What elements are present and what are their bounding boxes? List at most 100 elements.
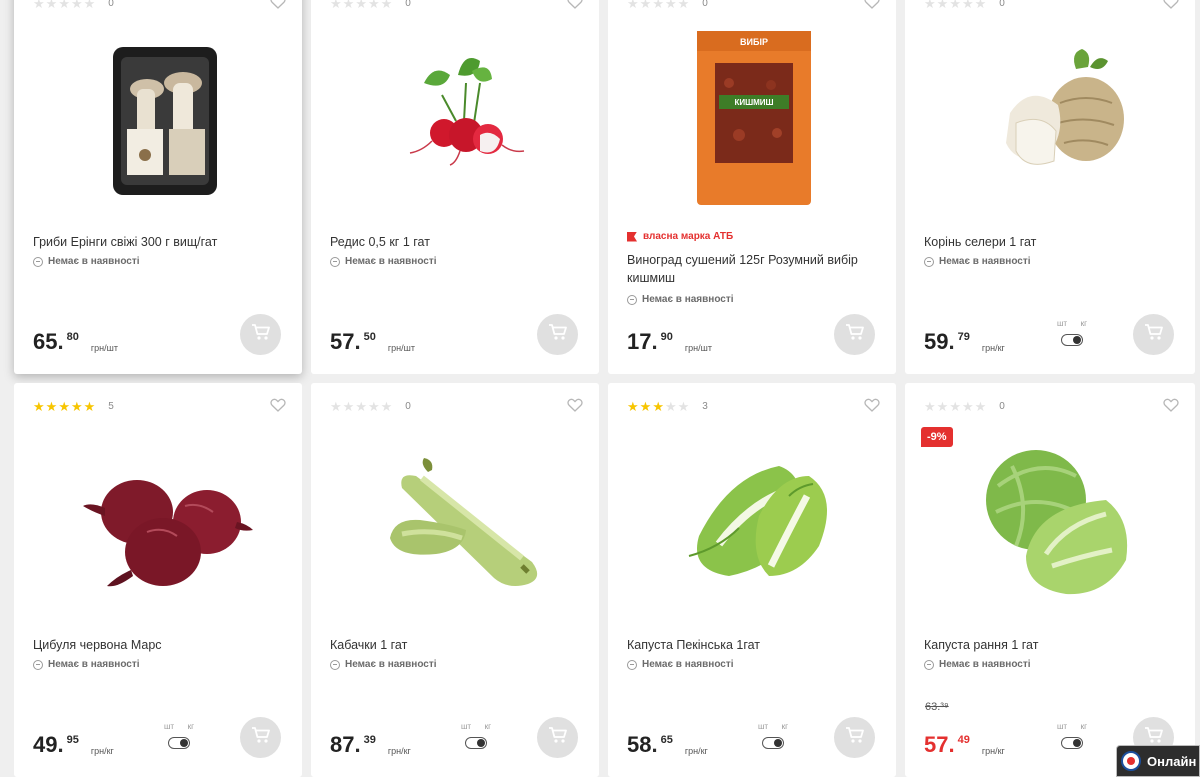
price-dot: .: [948, 329, 955, 354]
stock-status: Немає в наявності: [924, 256, 1031, 267]
product-title-link[interactable]: Кабачки 1 гат: [330, 636, 581, 654]
product-title-link[interactable]: Корінь селери 1 гат: [924, 233, 1177, 251]
cabbage-image: [956, 426, 1146, 621]
price-fraction: 50: [363, 331, 376, 343]
product-rating[interactable]: ★★★★★ 0: [627, 0, 708, 10]
product-rating[interactable]: ★★★★★ 5: [33, 400, 114, 413]
rating-stars: ★★★★★: [33, 400, 96, 413]
favorite-heart-icon[interactable]: [864, 0, 880, 10]
favorite-heart-icon[interactable]: [1163, 0, 1179, 10]
product-image[interactable]: [951, 423, 1151, 623]
price-dot: .: [651, 329, 658, 354]
price-fraction: 90: [660, 331, 673, 343]
unit-toggle[interactable]: шт кг: [1057, 319, 1087, 346]
star-icon: ★: [924, 399, 937, 414]
cart-icon: [251, 323, 271, 346]
price-unit: грн/кг: [90, 746, 114, 756]
star-icon: ★: [380, 0, 394, 11]
star-icon: ★: [664, 0, 678, 11]
product-image[interactable]: [60, 20, 260, 220]
product-card[interactable]: ★★★★★ 0 -9% Капуста рання 1 гат Немає в наяв…: [905, 383, 1195, 777]
favorite-heart-icon[interactable]: [270, 397, 286, 413]
product-title-link[interactable]: Цибуля червона Марс: [33, 636, 284, 654]
star-icon: ★: [330, 399, 343, 414]
price-fraction: 65: [660, 734, 673, 746]
product-card[interactable]: ★★★★★ 3 Капуста Пекінська 1гат Немає в наяв…: [608, 383, 896, 777]
raisins-pack-image: ВИБІР КИШМИШ: [659, 23, 849, 218]
product-image[interactable]: [951, 20, 1151, 220]
product-title-link[interactable]: Редис 0,5 кг 1 гат: [330, 233, 581, 251]
product-rating[interactable]: ★★★★★ 0: [330, 0, 411, 10]
add-to-cart-button[interactable]: [834, 717, 875, 758]
zucchini-image: [362, 426, 552, 621]
star-icon: ★: [367, 0, 381, 11]
product-title-link[interactable]: Виноград сушений 125г Розумний вибір киш…: [627, 251, 878, 287]
price-integer: 17: [627, 329, 652, 354]
star-icon: ★: [367, 399, 381, 414]
product-rating[interactable]: ★★★★★ 0: [33, 0, 114, 10]
favorite-heart-icon[interactable]: [270, 0, 286, 10]
add-to-cart-button[interactable]: [834, 314, 875, 355]
toggle-switch[interactable]: [762, 737, 784, 749]
favorite-heart-icon[interactable]: [1163, 397, 1179, 413]
unit-toggle[interactable]: шт кг: [461, 722, 491, 749]
star-icon: ★: [627, 399, 640, 414]
product-card[interactable]: ★★★★★ 0 Редис 0,5 кг 1 гат Немає в наявност…: [311, 0, 599, 374]
product-image[interactable]: [60, 423, 260, 623]
product-card[interactable]: ★★★★★ 5 Цибуля червона Марс Немає в наявнос…: [14, 383, 302, 777]
price-integer: 57: [924, 732, 949, 757]
star-icon: ★: [342, 399, 356, 414]
product-image[interactable]: ВИБІР КИШМИШ: [654, 20, 854, 220]
add-to-cart-button[interactable]: [537, 717, 578, 758]
product-price: 49. 95 грн/кг: [33, 733, 114, 757]
out-of-stock-icon: [33, 256, 43, 267]
product-rating[interactable]: ★★★★★ 0: [330, 400, 411, 413]
toggle-label-kg: кг: [484, 722, 491, 731]
star-icon: ★: [652, 0, 665, 11]
out-of-stock-icon: [627, 659, 637, 670]
favorite-heart-icon[interactable]: [567, 0, 583, 10]
unit-toggle[interactable]: шт кг: [758, 722, 788, 749]
product-card[interactable]: ★★★★★ 0 Кабачки 1 гат Немає в наявності 87. 3…: [311, 383, 599, 777]
review-count: 0: [405, 0, 411, 9]
online-chat-button[interactable]: Онлайн: [1116, 745, 1200, 777]
out-of-stock-icon: [924, 659, 934, 670]
toggle-switch[interactable]: [1061, 737, 1083, 749]
star-icon: ★: [677, 399, 691, 414]
product-card[interactable]: ★★★★★ 0 Гриби Ерінги свіжі 300 г вищ/гат Не…: [14, 0, 302, 374]
unit-toggle[interactable]: шт кг: [1057, 722, 1087, 749]
favorite-heart-icon[interactable]: [567, 397, 583, 413]
product-title-link[interactable]: Капуста рання 1 гат: [924, 636, 1177, 654]
product-rating[interactable]: ★★★★★ 0: [924, 400, 1005, 413]
review-count: 3: [702, 401, 708, 412]
toggle-switch[interactable]: [168, 737, 190, 749]
price-fraction: 95: [66, 734, 79, 746]
product-card[interactable]: ★★★★★ 0 ВИБІР КИШМИШ власна марка АТБ Виногра…: [608, 0, 896, 374]
product-title-link[interactable]: Капуста Пекінська 1гат: [627, 636, 878, 654]
price-integer: 58: [627, 732, 652, 757]
price-dot: .: [57, 732, 64, 757]
product-rating[interactable]: ★★★★★ 0: [924, 0, 1005, 10]
add-to-cart-button[interactable]: [537, 314, 578, 355]
star-icon: ★: [33, 399, 46, 414]
product-card[interactable]: ★★★★★ 0 Корінь селери 1 гат Немає в наявнос…: [905, 0, 1195, 374]
product-image[interactable]: [357, 423, 557, 623]
toggle-switch[interactable]: [1061, 334, 1083, 346]
add-to-cart-button[interactable]: [240, 314, 281, 355]
toggle-switch[interactable]: [465, 737, 487, 749]
red-onion-image: [65, 426, 255, 621]
price-dot: .: [57, 329, 64, 354]
product-image[interactable]: [654, 423, 854, 623]
star-icon: ★: [330, 0, 343, 11]
flag-icon: [627, 231, 637, 242]
favorite-heart-icon[interactable]: [864, 397, 880, 413]
star-icon: ★: [33, 0, 46, 11]
stock-status: Немає в наявності: [33, 256, 140, 267]
product-rating[interactable]: ★★★★★ 3: [627, 400, 708, 413]
unit-toggle[interactable]: шт кг: [164, 722, 194, 749]
add-to-cart-button[interactable]: [240, 717, 281, 758]
add-to-cart-button[interactable]: [1133, 314, 1174, 355]
price-unit: грн/кг: [981, 343, 1005, 353]
product-image[interactable]: [357, 20, 557, 220]
product-title-link[interactable]: Гриби Ерінги свіжі 300 г вищ/гат: [33, 233, 284, 251]
